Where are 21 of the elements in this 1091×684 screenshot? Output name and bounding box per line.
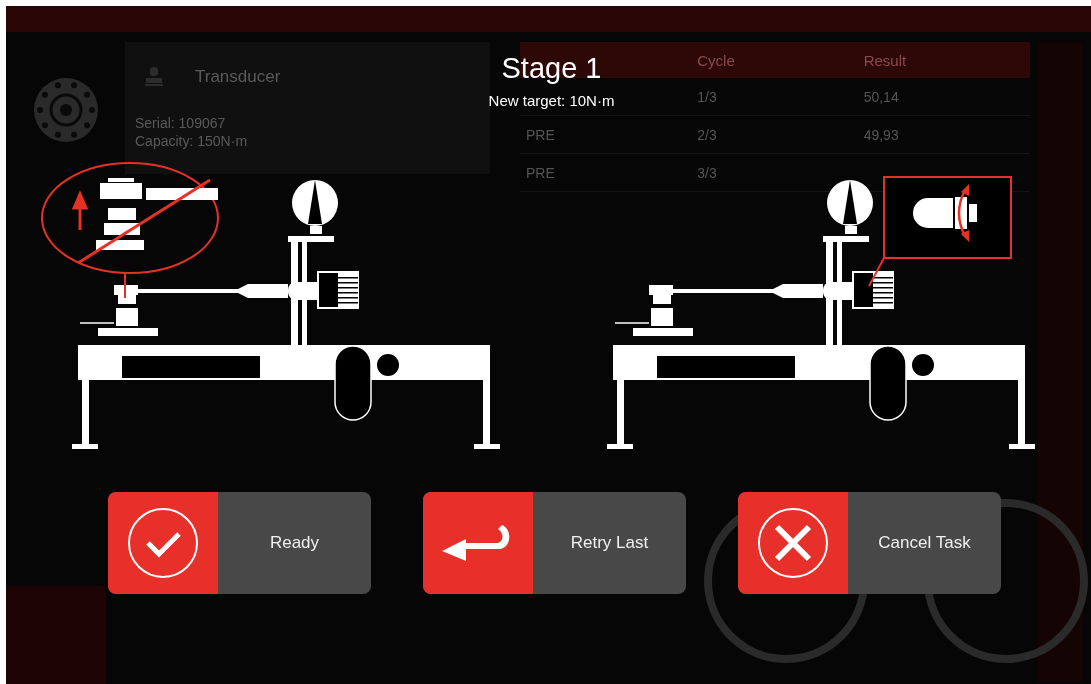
close-icon [757, 507, 829, 579]
table-cell: 2/3 [697, 126, 717, 143]
table-cell: 3/3 [697, 164, 717, 181]
dialog-title: Stage 1 [501, 51, 602, 86]
action-button[interactable]: Ready [108, 492, 371, 594]
info-line: Capacity: 150N·m [135, 132, 249, 150]
dialog-subtitle: New target: 10N·m [488, 92, 615, 110]
action-button[interactable]: Cancel Task [738, 492, 1001, 594]
table-cell: 1/3 [697, 88, 717, 105]
gear-icon[interactable] [31, 76, 100, 144]
table-cell: PRE [526, 164, 555, 181]
table-cell: PRE [526, 126, 555, 143]
panel-title: Transducer [195, 67, 281, 87]
info-line: Serial: 109067 [135, 114, 227, 132]
check-icon [127, 507, 199, 579]
table-cell: 49,93 [863, 126, 899, 143]
action-button[interactable]: Retry Last [423, 492, 686, 594]
column-header: Cycle [697, 51, 736, 69]
column-header: Result [863, 51, 908, 69]
transducer-icon [145, 67, 163, 87]
table-cell: 50,14 [863, 88, 899, 105]
